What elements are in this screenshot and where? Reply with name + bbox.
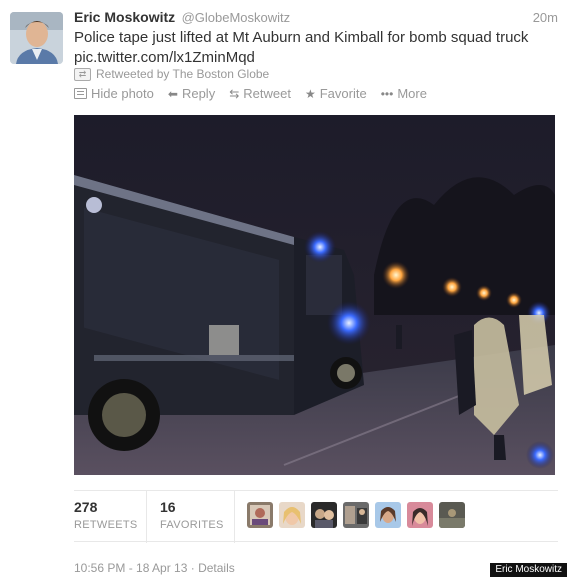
tweet-actions: Hide photo ⬅ Reply ⇆ Retweet ★ Favorite … [74,86,427,101]
tweet-photo-link[interactable]: pic.twitter.com/lx1ZminMqd [74,49,255,66]
retweets-label: RETWEETS [74,519,138,531]
retweeter-avatar[interactable] [279,502,305,528]
reply-label: Reply [181,86,216,101]
retweet-label: Retweet [243,86,291,101]
retweeter-avatar[interactable] [375,502,401,528]
stats-divider [146,491,147,543]
tweet-header: Eric Moskowitz @GlobeMoskowitz 20m [74,9,560,29]
favorite-label: Favorite [319,86,367,101]
tweet: Eric Moskowitz @GlobeMoskowitz 20m Polic… [0,0,570,579]
more-button[interactable]: ••• More [381,86,427,101]
tweet-photo[interactable] [74,115,555,475]
tweet-stats: 278 RETWEETS 16 FAVORITES [74,490,558,543]
favorites-label: FAVORITES [160,519,224,531]
retweet-icon: ⇆ [229,86,240,101]
footer-separator: · [187,561,199,575]
retweet-button[interactable]: ⇆ Retweet [229,86,291,101]
reply-icon: ⬅ [167,86,178,101]
more-icon: ••• [380,86,394,101]
tweet-timestamp[interactable]: 10:56 PM - 18 Apr 13 [74,561,187,575]
reply-button[interactable]: ⬅ Reply [168,86,215,101]
favorite-icon: ★ [304,86,316,101]
retweeted-by: ⇄ Retweeted by The Boston Globe [74,67,269,81]
hide-photo-icon [74,88,87,99]
retweets-count: 278 [74,499,98,515]
tweet-text: Police tape just lifted at Mt Auburn and… [74,28,554,68]
more-label: More [397,86,427,101]
retweeted-icon: ⇄ [74,67,91,81]
retweets-stat[interactable]: 278 RETWEETS [74,499,138,531]
retweeter-avatar[interactable] [407,502,433,528]
hide-photo-label: Hide photo [91,86,154,101]
retweeter-avatar[interactable] [311,502,337,528]
retweeter-avatar[interactable] [439,502,465,528]
author-screen-name[interactable]: @GlobeMoskowitz [182,10,291,25]
retweeter-avatars [247,502,465,528]
retweeter-avatar[interactable] [343,502,369,528]
favorites-count: 16 [160,499,176,515]
favorite-button[interactable]: ★ Favorite [305,86,367,101]
retweeter-avatar[interactable] [247,502,273,528]
stats-divider [234,491,235,543]
author-full-name[interactable]: Eric Moskowitz [74,9,175,25]
tweet-footer: 10:56 PM - 18 Apr 13 · Details [74,561,235,575]
hide-photo-button[interactable]: Hide photo [74,86,154,101]
tweet-time[interactable]: 20m [533,10,558,25]
author-avatar[interactable] [10,12,63,64]
favorites-stat[interactable]: 16 FAVORITES [160,499,224,531]
tweet-body: Police tape just lifted at Mt Auburn and… [74,29,529,46]
photo-credit: Eric Moskowitz [490,563,567,577]
retweeted-by-text[interactable]: Retweeted by The Boston Globe [96,67,269,81]
details-link[interactable]: Details [198,561,235,575]
